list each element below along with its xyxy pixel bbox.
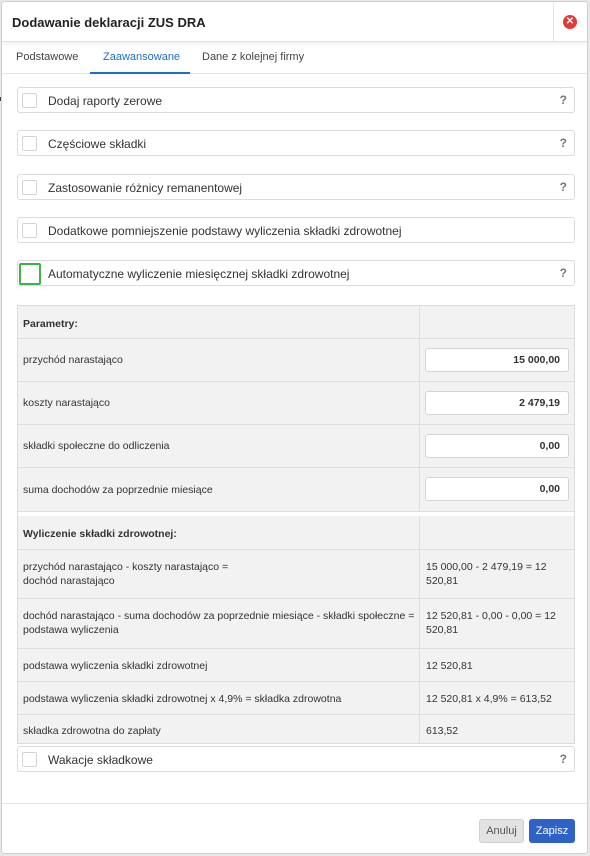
calc-heading-row: Wyliczenie składki zdrowotnej: [18, 512, 574, 550]
help-icon[interactable]: ? [560, 752, 567, 766]
header-divider [553, 2, 554, 42]
checkbox[interactable] [22, 93, 37, 108]
calc-heading: Wyliczenie składki zdrowotnej: [23, 528, 177, 540]
param-label: koszty narastająco [23, 397, 110, 409]
option-label: Dodaj raporty zerowe [48, 94, 163, 108]
option-wakacje-skladkowe[interactable]: Wakacje składkowe ? [17, 746, 575, 772]
help-icon[interactable]: ? [560, 93, 567, 107]
suma-dochodow-input[interactable]: 0,00 [425, 477, 569, 501]
tab-dane-z-kolejnej-firmy[interactable]: Dane z kolejnej firmy [202, 51, 304, 63]
param-row: suma dochodów za poprzednie miesiące 0,0… [18, 468, 574, 512]
checkbox[interactable] [22, 223, 37, 238]
option-roznica-remanentowa[interactable]: Zastosowanie różnicy remanentowej ? [17, 174, 575, 200]
calc-label: dochód narastająco - suma dochodów za po… [23, 610, 415, 636]
calc-row: przychód narastająco - koszty narastając… [18, 550, 574, 599]
tab-podstawowe[interactable]: Podstawowe [16, 51, 78, 63]
tab-bar: Podstawowe Zaawansowane Dane z kolejnej … [2, 42, 587, 74]
param-label: składki społeczne do odliczenia [23, 440, 170, 452]
calc-value: 12 520,81 [426, 660, 473, 672]
dialog-header: Dodawanie deklaracji ZUS DRA ✕ [2, 2, 587, 42]
param-label: suma dochodów za poprzednie miesiące [23, 484, 213, 496]
option-label: Zastosowanie różnicy remanentowej [48, 181, 243, 195]
active-tab-indicator [90, 72, 190, 74]
calc-label: podstawa wyliczenia składki zdrowotnej x… [23, 693, 342, 705]
params-heading-row: Parametry: [18, 306, 574, 339]
help-icon[interactable]: ? [560, 180, 567, 194]
dialog-title: Dodawanie deklaracji ZUS DRA [12, 15, 206, 30]
checkbox[interactable] [22, 752, 37, 767]
option-dodaj-raporty-zerowe[interactable]: Dodaj raporty zerowe ? [17, 87, 575, 113]
option-label: Częściowe składki [48, 137, 147, 151]
cancel-button[interactable]: Anuluj [479, 819, 524, 843]
calc-row: podstawa wyliczenia składki zdrowotnej 1… [18, 649, 574, 682]
close-icon[interactable]: ✕ [563, 15, 577, 29]
calc-row: składka zdrowotna do zapłaty 613,52 [18, 715, 574, 745]
param-label: przychód narastająco [23, 354, 123, 366]
checkbox-focused[interactable] [19, 263, 41, 285]
calc-value: 15 000,00 - 2 479,19 = 12 520,81 [426, 561, 547, 587]
calc-value: 12 520,81 x 4,9% = 613,52 [426, 693, 552, 705]
option-automatyczne-wyliczenie[interactable]: Automatyczne wyliczenie miesięcznej skła… [17, 260, 575, 286]
calc-row: dochód narastająco - suma dochodów za po… [18, 599, 574, 649]
param-row: składki społeczne do odliczenia 0,00 [18, 425, 574, 468]
calc-label: przychód narastająco - koszty narastając… [23, 561, 229, 587]
option-czesciowe-skladki[interactable]: Częściowe składki ? [17, 130, 575, 156]
checkbox[interactable] [22, 180, 37, 195]
option-label: Dodatkowe pomniejszenie podstawy wylicze… [48, 224, 402, 238]
param-row: przychód narastająco 15 000,00 [18, 339, 574, 382]
skladki-spoleczne-input[interactable]: 0,00 [425, 434, 569, 458]
params-heading: Parametry: [23, 318, 78, 330]
calc-label: podstawa wyliczenia składki zdrowotnej [23, 660, 208, 672]
przychod-narastajaco-input[interactable]: 15 000,00 [425, 348, 569, 372]
calc-row: podstawa wyliczenia składki zdrowotnej x… [18, 682, 574, 715]
koszty-narastajaco-input[interactable]: 2 479,19 [425, 391, 569, 415]
param-row: koszty narastająco 2 479,19 [18, 382, 574, 425]
option-dodatkowe-pomniejszenie[interactable]: Dodatkowe pomniejszenie podstawy wylicze… [17, 217, 575, 243]
zus-dra-dialog: Dodawanie deklaracji ZUS DRA ✕ Podstawow… [1, 1, 588, 854]
checkbox[interactable] [22, 136, 37, 151]
option-label: Automatyczne wyliczenie miesięcznej skła… [48, 267, 350, 281]
tab-zaawansowane[interactable]: Zaawansowane [103, 51, 180, 63]
save-button[interactable]: Zapisz [529, 819, 575, 843]
help-icon[interactable]: ? [560, 266, 567, 280]
calc-value: 12 520,81 - 0,00 - 0,00 = 12 520,81 [426, 610, 556, 636]
help-icon[interactable]: ? [560, 136, 567, 150]
calc-value: 613,52 [426, 725, 459, 737]
health-contribution-panel: Parametry: przychód narastająco 15 000,0… [17, 305, 575, 744]
dialog-footer: Anuluj Zapisz [2, 803, 587, 853]
calc-label: składka zdrowotna do zapłaty [23, 725, 161, 737]
option-label: Wakacje składkowe [48, 753, 153, 767]
